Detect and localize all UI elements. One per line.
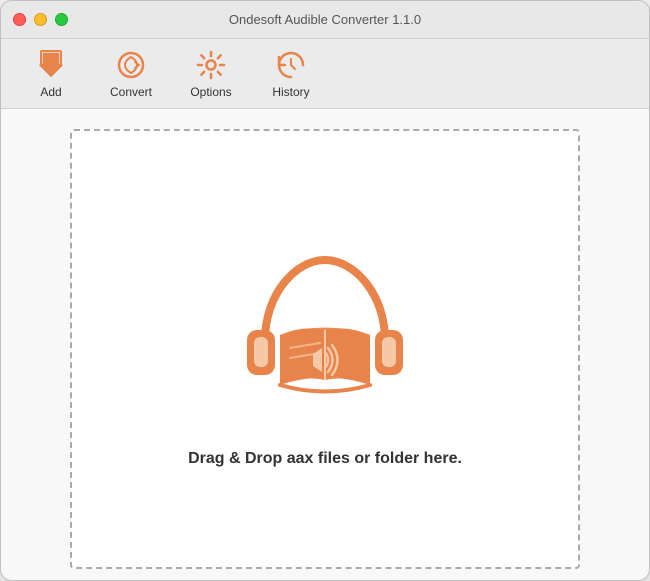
convert-icon [115,49,147,81]
convert-label: Convert [110,85,152,99]
close-button[interactable] [13,13,26,26]
history-icon [275,49,307,81]
minimize-button[interactable] [34,13,47,26]
toolbar-convert-button[interactable]: Convert [91,44,171,104]
window-title: Ondesoft Audible Converter 1.1.0 [229,12,421,27]
options-label: Options [190,85,231,99]
drop-zone[interactable]: Drag & Drop aax files or folder here. [70,129,580,569]
toolbar-options-button[interactable]: Options [171,44,251,104]
drop-zone-text: Drag & Drop aax files or folder here. [188,450,462,468]
maximize-button[interactable] [55,13,68,26]
history-label: History [272,85,309,99]
title-bar: Ondesoft Audible Converter 1.1.0 [1,1,649,39]
options-icon [195,49,227,81]
main-content: Drag & Drop aax files or folder here. [1,109,649,581]
add-label: Add [40,85,61,99]
toolbar: Add Convert Options [1,39,649,109]
app-window: Ondesoft Audible Converter 1.1.0 Add [0,0,650,581]
traffic-lights [13,13,68,26]
add-icon [35,49,67,81]
toolbar-add-button[interactable]: Add [11,44,91,104]
drop-zone-icon [225,230,425,430]
toolbar-history-button[interactable]: History [251,44,331,104]
